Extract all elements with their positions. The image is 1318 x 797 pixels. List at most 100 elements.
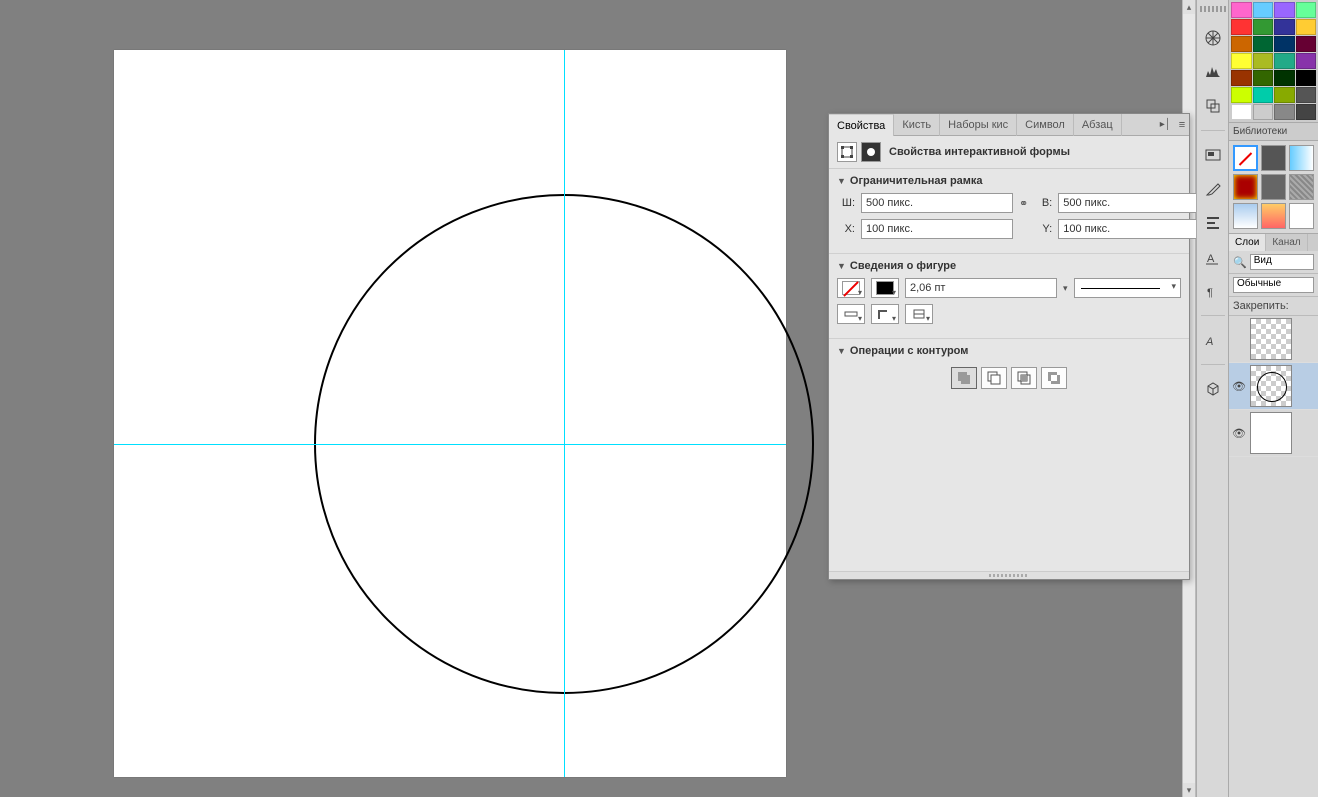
guide-vertical[interactable] — [564, 50, 565, 777]
stroke-color-button[interactable] — [871, 278, 899, 298]
properties-panel: Свойства Кисть Наборы кис Символ Абзац ▸… — [828, 113, 1190, 580]
tab-libraries[interactable]: Библиотеки — [1229, 122, 1318, 141]
tab-brush[interactable]: Кисть — [894, 114, 940, 136]
layer-row-1[interactable]: 👁 — [1229, 316, 1318, 363]
live-shape-bounds-icon[interactable] — [837, 142, 857, 162]
swatch-5[interactable] — [1253, 19, 1274, 35]
y-input[interactable] — [1058, 219, 1210, 239]
navigator-icon[interactable] — [1201, 143, 1225, 167]
section-pathops-title[interactable]: ▼ Операции с контуром — [837, 343, 1181, 363]
scroll-down-arrow[interactable]: ▾ — [1183, 783, 1195, 797]
lib-item-6[interactable] — [1289, 174, 1314, 200]
fill-color-button[interactable] — [837, 278, 865, 298]
tab-paragraph[interactable]: Абзац — [1074, 114, 1122, 136]
swatch-8[interactable] — [1231, 36, 1252, 52]
visibility-toggle-icon[interactable]: 👁 — [1232, 426, 1246, 440]
swatch-21[interactable] — [1253, 87, 1274, 103]
swatch-3[interactable] — [1296, 2, 1317, 18]
pathop-exclude-button[interactable] — [1041, 367, 1067, 389]
search-icon[interactable]: 🔍 — [1233, 256, 1247, 269]
stroke-width-input[interactable] — [905, 278, 1057, 298]
swatch-13[interactable] — [1253, 53, 1274, 69]
histogram-icon[interactable] — [1201, 60, 1225, 84]
layer-thumbnail[interactable] — [1250, 365, 1292, 407]
lib-item-7[interactable] — [1233, 203, 1258, 229]
swatch-12[interactable] — [1231, 53, 1252, 69]
swatch-24[interactable] — [1231, 104, 1252, 120]
tab-properties[interactable]: Свойства — [829, 114, 894, 136]
character-panel-icon[interactable]: A — [1201, 245, 1225, 269]
tab-channels[interactable]: Канал — [1266, 234, 1307, 251]
swatch-9[interactable] — [1253, 36, 1274, 52]
mask-icon[interactable] — [861, 142, 881, 162]
lib-item-5[interactable] — [1261, 174, 1286, 200]
scroll-up-arrow[interactable]: ▴ — [1183, 0, 1195, 14]
width-input[interactable] — [861, 193, 1013, 213]
swatch-2[interactable] — [1274, 2, 1295, 18]
brush-settings-icon[interactable] — [1201, 177, 1225, 201]
swatch-6[interactable] — [1274, 19, 1295, 35]
swatch-20[interactable] — [1231, 87, 1252, 103]
swatch-26[interactable] — [1274, 104, 1295, 120]
panel-menu-button[interactable]: ≡ — [1175, 119, 1189, 131]
swatch-22[interactable] — [1274, 87, 1295, 103]
transform-icon[interactable] — [1201, 94, 1225, 118]
panel-resize-handle[interactable] — [829, 571, 1189, 579]
link-dimensions-icon[interactable]: ⚭ — [1019, 197, 1028, 210]
swatch-7[interactable] — [1296, 19, 1317, 35]
swatch-18[interactable] — [1274, 70, 1295, 86]
dock-drag-handle[interactable] — [1200, 6, 1226, 12]
cap-type-button[interactable] — [837, 304, 865, 324]
paragraph-panel-icon[interactable]: ¶ — [1201, 279, 1225, 303]
collapsed-dock: A ¶ A — [1196, 0, 1228, 797]
tab-brush-presets[interactable]: Наборы кис — [940, 114, 1017, 136]
panel-collapse-button[interactable]: ▸│ — [1156, 117, 1175, 132]
stroke-style-select[interactable] — [1074, 278, 1181, 298]
lib-item-8[interactable] — [1261, 203, 1286, 229]
pathop-subtract-button[interactable] — [981, 367, 1007, 389]
swatch-15[interactable] — [1296, 53, 1317, 69]
guide-horizontal[interactable] — [114, 444, 786, 445]
swatch-10[interactable] — [1274, 36, 1295, 52]
swatch-11[interactable] — [1296, 36, 1317, 52]
stroke-width-dropdown-icon[interactable]: ▾ — [1063, 283, 1068, 294]
swatch-16[interactable] — [1231, 70, 1252, 86]
swatch-19[interactable] — [1296, 70, 1317, 86]
visibility-toggle-icon[interactable]: 👁 — [1232, 379, 1246, 393]
swatch-25[interactable] — [1253, 104, 1274, 120]
tab-symbol[interactable]: Символ — [1017, 114, 1074, 136]
layer-row-3[interactable]: 👁 — [1229, 410, 1318, 457]
height-input[interactable] — [1058, 193, 1210, 213]
blend-mode-select[interactable]: Обычные — [1233, 277, 1314, 293]
lib-item-9[interactable] — [1289, 203, 1314, 229]
layers-filter-select[interactable]: Вид — [1250, 254, 1314, 270]
panel-title: Свойства интерактивной формы — [889, 146, 1070, 158]
color-wheel-icon[interactable] — [1201, 26, 1225, 50]
section-shape-title[interactable]: ▼ Сведения о фигуре — [837, 258, 1181, 278]
swatch-4[interactable] — [1231, 19, 1252, 35]
lib-item-2[interactable] — [1261, 145, 1286, 171]
layer-thumbnail[interactable] — [1250, 412, 1292, 454]
pathop-intersect-button[interactable] — [1011, 367, 1037, 389]
section-bbox-title[interactable]: ▼ Ограничительная рамка — [837, 173, 1181, 193]
x-input[interactable] — [861, 219, 1013, 239]
pathop-unite-button[interactable] — [951, 367, 977, 389]
layer-row-2[interactable]: 👁 — [1229, 363, 1318, 410]
swatch-27[interactable] — [1296, 104, 1317, 120]
swatch-17[interactable] — [1253, 70, 1274, 86]
tab-layers[interactable]: Слои — [1229, 234, 1266, 251]
swatch-1[interactable] — [1253, 2, 1274, 18]
lib-item-4[interactable] — [1233, 174, 1258, 200]
join-type-button[interactable] — [871, 304, 899, 324]
align-stroke-button[interactable] — [905, 304, 933, 324]
align-icon[interactable] — [1201, 211, 1225, 235]
lib-item-none[interactable] — [1233, 145, 1258, 171]
layer-thumbnail[interactable] — [1250, 318, 1292, 360]
swatch-14[interactable] — [1274, 53, 1295, 69]
3d-panel-icon[interactable] — [1201, 377, 1225, 401]
swatch-23[interactable] — [1296, 87, 1317, 103]
swatches-panel[interactable] — [1229, 0, 1318, 122]
glyphs-icon[interactable]: A — [1201, 328, 1225, 352]
lib-item-3[interactable] — [1289, 145, 1314, 171]
swatch-0[interactable] — [1231, 2, 1252, 18]
